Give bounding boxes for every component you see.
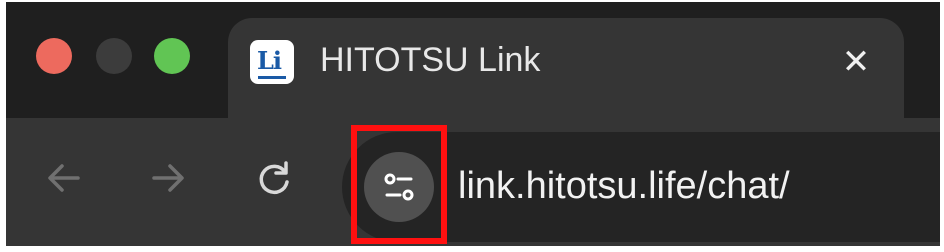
arrow-right-icon <box>152 164 184 192</box>
favicon-underline <box>258 76 286 79</box>
tab-close-icon[interactable]: ✕ <box>834 40 878 84</box>
browser-toolbar: link.hitotsu.life/chat/ <box>0 118 944 252</box>
window-maximize-button[interactable] <box>154 38 190 74</box>
reload-icon <box>259 161 289 195</box>
back-button[interactable] <box>34 148 94 208</box>
favicon-icon: Li <box>250 40 294 84</box>
arrow-left-icon <box>48 164 80 192</box>
url-text[interactable]: link.hitotsu.life/chat/ <box>458 162 790 210</box>
reload-button[interactable] <box>244 148 304 208</box>
tab-title: HITOTSU Link <box>320 41 541 79</box>
window-close-button[interactable] <box>36 38 72 74</box>
window-minimize-button[interactable] <box>96 38 132 74</box>
browser-window: Li HITOTSU Link ✕ link.hitotsu.life/chat… <box>0 0 944 252</box>
favicon-text: Li <box>257 46 282 75</box>
forward-button[interactable] <box>138 148 198 208</box>
highlight-annotation-box <box>351 125 447 244</box>
tab-hitotsu-link[interactable]: Li HITOTSU Link ✕ <box>228 18 904 118</box>
